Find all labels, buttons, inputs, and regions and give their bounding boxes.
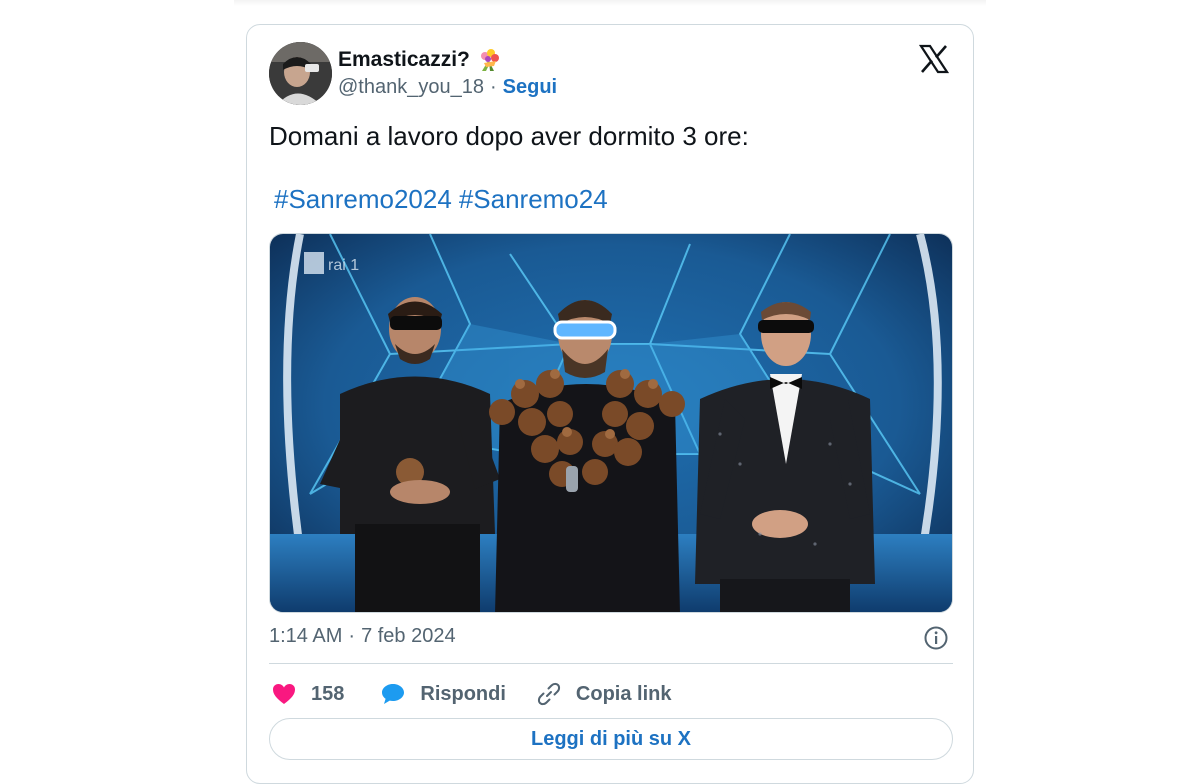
heart-icon: [273, 684, 295, 704]
author-name-row: Emasticazzi?: [338, 47, 502, 73]
x-logo-icon[interactable]: [919, 44, 949, 74]
tweet-media-image[interactable]: rai 1: [269, 233, 953, 613]
timestamp-row: 1:14 AM · 7 feb 2024: [269, 625, 456, 648]
like-count: 158: [311, 682, 345, 705]
read-more-on-x-button[interactable]: Leggi di più su X: [269, 718, 953, 760]
author-handle-row: @thank_you_18 · Segui: [338, 76, 557, 99]
tweet-time[interactable]: 1:14 AM: [269, 625, 342, 648]
separator-dot: ·: [348, 625, 356, 647]
author-handle[interactable]: @thank_you_18: [338, 76, 484, 99]
divider: [269, 663, 953, 664]
like-button[interactable]: 158: [271, 681, 344, 707]
tweet-text: Domani a lavoro dopo aver dormito 3 ore:: [269, 121, 749, 151]
hashtags: #Sanremo2024 #Sanremo24: [274, 184, 608, 215]
reply-button[interactable]: Rispondi: [380, 681, 506, 707]
link-icon: [537, 682, 560, 706]
follow-button[interactable]: Segui: [503, 76, 557, 99]
tweet-actions: 158 Rispondi Copia link: [271, 679, 672, 709]
author-name[interactable]: Emasticazzi?: [338, 48, 470, 72]
reply-label: Rispondi: [420, 682, 506, 705]
separator-dot: ·: [489, 76, 497, 98]
hashtag-link[interactable]: #Sanremo24: [459, 184, 608, 215]
tweet-date[interactable]: 7 feb 2024: [361, 625, 456, 648]
info-icon[interactable]: [923, 625, 949, 651]
speech-bubble-icon: [382, 684, 405, 704]
avatar[interactable]: [269, 42, 332, 105]
channel-logo-text: rai 1: [328, 257, 359, 274]
hashtag-link[interactable]: #Sanremo2024: [274, 184, 452, 215]
embedded-tweet-card: Emasticazzi? @thank_you_18 · Segui Doman…: [246, 24, 974, 784]
top-shadow-band: [234, 0, 986, 6]
bouquet-emoji-icon: [480, 49, 499, 71]
copy-link-label: Copia link: [575, 682, 672, 705]
copy-link-button[interactable]: Copia link: [536, 681, 672, 707]
